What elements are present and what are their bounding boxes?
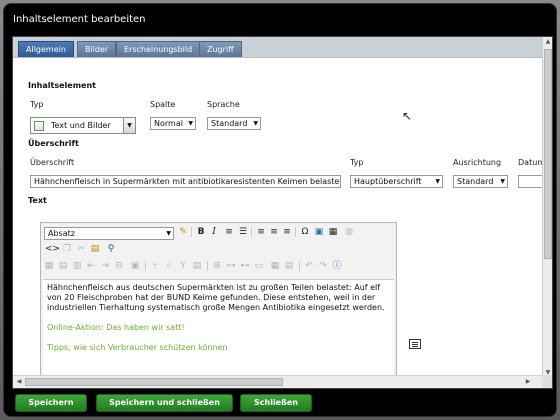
ueberschrift-typ-select[interactable]: Hauptüberschrift ▼ — [350, 175, 443, 188]
spalte-label: Spalte — [150, 100, 176, 109]
typ-select[interactable]: Text und Bilder ▼ — [30, 117, 136, 134]
ueberschrift-typ-label: Typ — [350, 158, 364, 167]
ordered-list-icon[interactable]: ≡ — [223, 226, 235, 238]
chevron-down-icon: ▼ — [435, 178, 440, 185]
heading-text: Text — [28, 196, 47, 205]
editor-content[interactable]: Hähnchenfleisch aus deutschen Supermärkt… — [43, 279, 394, 381]
merge-cells-icon[interactable]: ▣ — [129, 260, 141, 272]
plugin-icon[interactable]: ◍ — [343, 226, 355, 238]
sprache-label: Sprache — [207, 100, 240, 109]
toolbar-separator — [295, 227, 296, 237]
row-props-icon[interactable]: ▤ — [57, 260, 69, 272]
sprache-select[interactable]: Standard ▼ — [207, 117, 261, 130]
image-icon[interactable]: ▣ — [313, 226, 325, 238]
toolbar-separator — [191, 227, 192, 237]
horizontal-scrollbar[interactable]: ◀ ▶ — [13, 375, 544, 388]
align-left-icon[interactable]: ≡ — [255, 226, 267, 238]
format-select-value: Absatz — [48, 229, 75, 238]
hr-icon[interactable]: ▭ — [253, 260, 265, 272]
delete-row-icon[interactable]: ⊟ — [113, 260, 125, 272]
chevron-down-icon: ▼ — [253, 120, 258, 127]
cut-icon[interactable]: ✂ — [75, 243, 87, 255]
sprache-select-value: Standard — [211, 119, 248, 128]
help-icon[interactable]: ⓘ — [331, 260, 343, 272]
tab-bilder[interactable]: Bilder — [77, 41, 117, 57]
find-replace-icon[interactable]: ⚲ — [105, 243, 117, 255]
toolbar-separator — [145, 261, 146, 271]
delete-col-icon[interactable]: ▤ — [191, 260, 203, 272]
editor-link-tipps[interactable]: Tipps, wie sich Verbraucher schützen kön… — [47, 343, 390, 353]
unlink-icon[interactable]: ⊷ — [239, 260, 251, 272]
table-icon[interactable]: ▦ — [327, 226, 339, 238]
dialog-title: Inhaltselement bearbeiten — [13, 14, 146, 25]
scroll-up-icon[interactable]: ▲ — [543, 38, 552, 45]
paste-icon[interactable]: ▤ — [89, 243, 101, 255]
tab-strip: Allgemein Bilder Erscheinungsbild Zugrif… — [13, 37, 544, 58]
text-image-icon — [34, 121, 44, 131]
paint-format-icon[interactable]: ✎ — [177, 226, 189, 238]
ausrichtung-select[interactable]: Standard ▼ — [453, 175, 508, 188]
datum-label: Datum — [518, 158, 546, 167]
typ-select-value: Text und Bilder — [51, 121, 111, 130]
tab-erscheinungsbild[interactable]: Erscheinungsbild — [116, 41, 201, 57]
form-panel: Allgemein Bilder Erscheinungsbild Zugrif… — [12, 36, 553, 389]
copy-icon[interactable]: ❐ — [61, 243, 73, 255]
chevron-down-icon: ▼ — [123, 118, 135, 133]
align-right-icon[interactable]: ≡ — [281, 226, 293, 238]
tab-allgemein[interactable]: Allgemein — [18, 41, 74, 57]
horizontal-scroll-thumb[interactable] — [25, 378, 283, 386]
editor-paragraph: Hähnchenfleisch aus deutschen Supermärkt… — [47, 283, 385, 312]
toolbar-separator — [299, 261, 300, 271]
scroll-corner — [542, 375, 552, 388]
scroll-left-icon[interactable]: ◀ — [14, 378, 24, 385]
toolbar-separator — [251, 227, 252, 237]
cell-props-icon[interactable]: ▥ — [71, 260, 83, 272]
ausrichtung-label: Ausrichtung — [453, 158, 502, 167]
mouse-cursor-icon: ↖ — [402, 109, 413, 123]
list-view-icon[interactable] — [409, 339, 421, 349]
typ-label: Typ — [30, 100, 44, 109]
col-after-icon[interactable]: Y — [177, 260, 189, 272]
insert-row-before-icon[interactable]: ⇤ — [85, 260, 97, 272]
align-center-icon[interactable]: ≡ — [268, 226, 280, 238]
split-cells-icon[interactable]: ⑂ — [149, 260, 161, 272]
link-icon[interactable]: ⊶ — [225, 260, 237, 272]
format-select[interactable]: Absatz ▼ — [44, 227, 174, 240]
rich-text-editor: Absatz ▼ ✎ B I ≡ ☰ ≡ ≡ ≡ Ω ▣ ▦ ◍ <> ❐ ✂ … — [40, 222, 397, 382]
vertical-scroll-thumb[interactable] — [544, 49, 552, 259]
chevron-down-icon: ▼ — [500, 178, 505, 185]
insert-row-after-icon[interactable]: ⇥ — [99, 260, 111, 272]
ausrichtung-select-value: Standard — [457, 177, 494, 186]
save-button[interactable]: Speichern — [15, 394, 87, 412]
special-char-icon[interactable]: Ω — [299, 226, 311, 238]
unordered-list-icon[interactable]: ☰ — [237, 226, 249, 238]
source-code-icon[interactable]: <> — [45, 243, 60, 255]
tab-zugriff[interactable]: Zugriff — [199, 41, 242, 57]
remove-format-icon[interactable]: ▦ — [269, 260, 281, 272]
redo-icon[interactable]: ↷ — [317, 260, 329, 272]
table-props-icon[interactable]: ▦ — [43, 260, 55, 272]
heading-inhaltselement: Inhaltselement — [28, 81, 96, 90]
edit-dialog: Inhaltselement bearbeiten Allgemein Bild… — [3, 3, 557, 417]
anchor-icon[interactable]: ⊞ — [211, 260, 223, 272]
col-before-icon[interactable]: ⑃ — [163, 260, 175, 272]
chevron-down-icon: ▼ — [188, 120, 193, 127]
ueberschrift-label: Überschrift — [30, 158, 75, 167]
toolbar-separator — [207, 261, 208, 271]
chevron-down-icon: ▼ — [166, 230, 171, 237]
undo-icon[interactable]: ↶ — [303, 260, 315, 272]
scroll-right-icon[interactable]: ▶ — [523, 378, 533, 385]
vertical-scrollbar[interactable]: ▲ ▼ — [542, 37, 552, 377]
spalte-select[interactable]: Normal ▼ — [150, 117, 196, 130]
italic-button[interactable]: I — [208, 226, 220, 238]
bold-button[interactable]: B — [195, 226, 207, 238]
editor-link-online-aktion[interactable]: Online-Aktion: Das haben wir satt! — [47, 323, 390, 333]
save-and-close-button[interactable]: Speichern und schließen — [96, 394, 233, 412]
ueberschrift-input[interactable]: Hähnchenfleisch in Supermärkten mit anti… — [30, 175, 341, 188]
ueberschrift-typ-select-value: Hauptüberschrift — [354, 177, 422, 186]
cleanup-icon[interactable]: ▤ — [283, 260, 295, 272]
spalte-select-value: Normal — [154, 119, 183, 128]
heading-ueberschrift: Überschrift — [28, 139, 79, 148]
close-button[interactable]: Schließen — [240, 394, 312, 412]
